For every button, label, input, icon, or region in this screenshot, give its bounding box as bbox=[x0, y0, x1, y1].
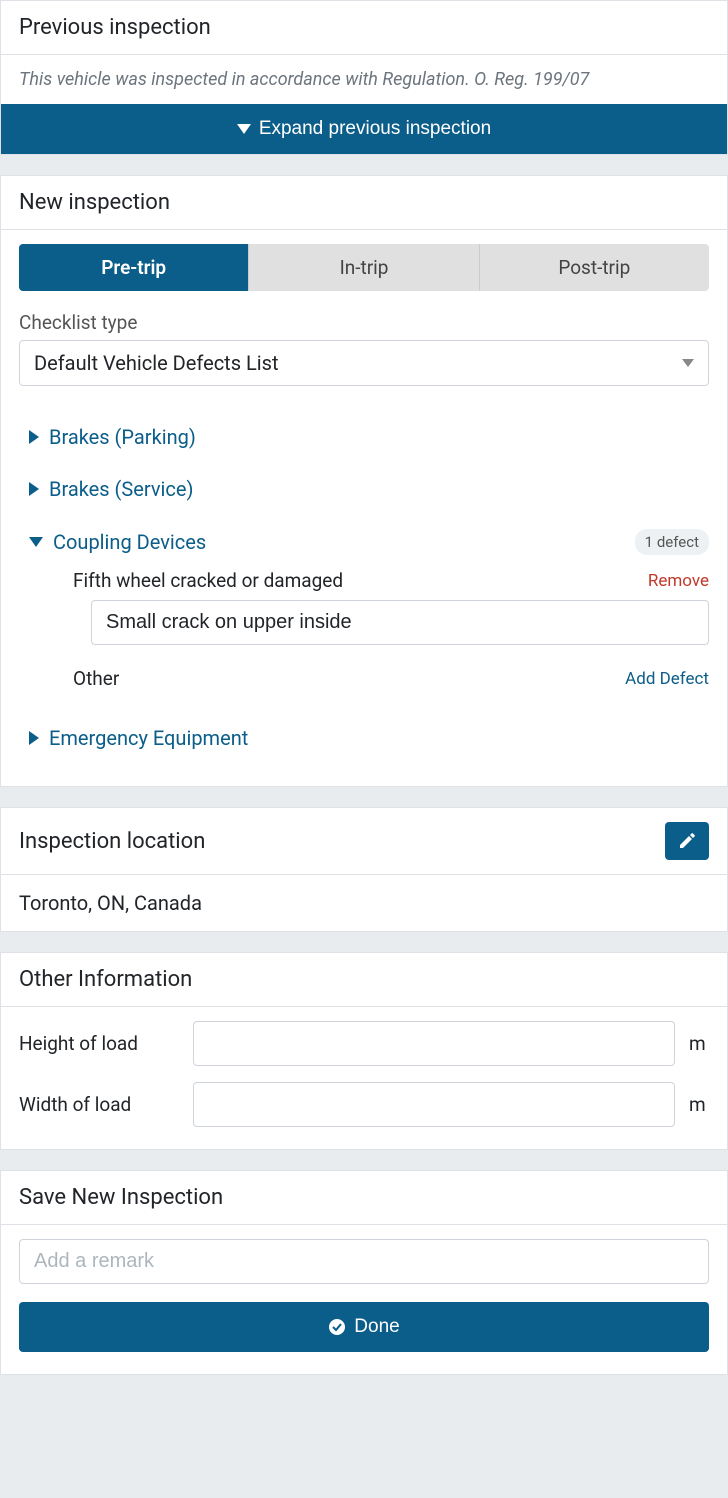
other-label: Other bbox=[73, 667, 119, 690]
previous-header: Previous inspection bbox=[1, 1, 727, 55]
check-item-label: Emergency Equipment bbox=[49, 726, 248, 750]
inspection-location-card: Inspection location Toronto, ON, Canada bbox=[0, 807, 728, 932]
location-title: Inspection location bbox=[19, 829, 205, 854]
trip-segmented: Pre-trip In-trip Post-trip bbox=[19, 244, 709, 291]
check-item-label: Brakes (Service) bbox=[49, 477, 193, 501]
chevron-right-icon bbox=[29, 731, 39, 745]
checklist-type-label: Checklist type bbox=[19, 311, 709, 334]
check-item-coupling-devices: Coupling Devices 1 defect Fifth wheel cr… bbox=[19, 515, 709, 712]
chevron-right-icon bbox=[29, 482, 39, 496]
check-item-head[interactable]: Brakes (Service) bbox=[29, 477, 709, 501]
other-info-title: Other Information bbox=[19, 967, 192, 992]
check-item-head[interactable]: Brakes (Parking) bbox=[29, 425, 709, 449]
other-row: Other Add Defect bbox=[73, 667, 709, 690]
expand-previous-label: Expand previous inspection bbox=[259, 118, 491, 140]
previous-note: This vehicle was inspected in accordance… bbox=[19, 69, 589, 90]
previous-title: Previous inspection bbox=[19, 15, 211, 40]
check-item-left: Coupling Devices bbox=[29, 530, 206, 554]
tab-pre-trip[interactable]: Pre-trip bbox=[19, 244, 249, 291]
new-body: Pre-trip In-trip Post-trip Checklist typ… bbox=[1, 230, 727, 786]
check-item-head[interactable]: Coupling Devices 1 defect bbox=[29, 529, 709, 555]
checklist-type-value: Default Vehicle Defects List bbox=[34, 351, 279, 375]
location-header: Inspection location bbox=[1, 808, 727, 875]
height-unit: m bbox=[689, 1032, 709, 1055]
check-item-label: Coupling Devices bbox=[53, 530, 206, 554]
checklist-type-select[interactable]: Default Vehicle Defects List bbox=[19, 340, 709, 386]
height-label: Height of load bbox=[19, 1032, 179, 1055]
chevron-down-icon bbox=[29, 537, 43, 547]
tab-post-trip[interactable]: Post-trip bbox=[480, 244, 709, 291]
check-item-label: Brakes (Parking) bbox=[49, 425, 196, 449]
other-info-body: Height of load m Width of load m bbox=[1, 1007, 727, 1149]
save-title: Save New Inspection bbox=[19, 1185, 223, 1210]
width-input[interactable] bbox=[193, 1082, 675, 1127]
check-item-left: Brakes (Service) bbox=[29, 477, 193, 501]
chevron-down-icon bbox=[682, 359, 694, 367]
save-body: Done bbox=[1, 1225, 727, 1374]
new-inspection-card: New inspection Pre-trip In-trip Post-tri… bbox=[0, 175, 728, 787]
height-input[interactable] bbox=[193, 1021, 675, 1066]
defect-note-input[interactable] bbox=[91, 600, 709, 645]
new-header: New inspection bbox=[1, 176, 727, 230]
save-card: Save New Inspection Done bbox=[0, 1170, 728, 1375]
other-info-header: Other Information bbox=[1, 953, 727, 1007]
width-label: Width of load bbox=[19, 1093, 179, 1116]
defect-title: Fifth wheel cracked or damaged bbox=[73, 569, 343, 592]
chevron-down-icon bbox=[237, 124, 251, 134]
done-label: Done bbox=[354, 1316, 399, 1338]
check-item-brakes-parking: Brakes (Parking) bbox=[19, 411, 709, 463]
other-info-card: Other Information Height of load m Width… bbox=[0, 952, 728, 1150]
height-row: Height of load m bbox=[19, 1021, 709, 1066]
check-item-brakes-service: Brakes (Service) bbox=[19, 463, 709, 515]
previous-inspection-card: Previous inspection This vehicle was ins… bbox=[0, 0, 728, 155]
remark-input[interactable] bbox=[19, 1239, 709, 1284]
previous-note-row: This vehicle was inspected in accordance… bbox=[1, 55, 727, 104]
remove-defect-link[interactable]: Remove bbox=[648, 571, 709, 591]
check-item-left: Brakes (Parking) bbox=[29, 425, 196, 449]
defect-count-badge: 1 defect bbox=[635, 529, 709, 555]
check-item-head[interactable]: Emergency Equipment bbox=[29, 726, 709, 750]
checklist: Brakes (Parking) Brakes (Service) bbox=[19, 411, 709, 764]
expand-previous-button[interactable]: Expand previous inspection bbox=[1, 104, 727, 154]
tab-in-trip[interactable]: In-trip bbox=[249, 244, 479, 291]
pencil-icon bbox=[678, 832, 696, 850]
new-title: New inspection bbox=[19, 190, 170, 215]
width-unit: m bbox=[689, 1093, 709, 1116]
location-value: Toronto, ON, Canada bbox=[1, 875, 727, 931]
done-button[interactable]: Done bbox=[19, 1302, 709, 1352]
check-item-emergency-equipment: Emergency Equipment bbox=[19, 712, 709, 764]
add-defect-link[interactable]: Add Defect bbox=[625, 669, 709, 689]
edit-location-button[interactable] bbox=[665, 822, 709, 860]
width-row: Width of load m bbox=[19, 1082, 709, 1127]
defect-row: Fifth wheel cracked or damaged Remove bbox=[73, 569, 709, 592]
check-circle-icon bbox=[328, 1318, 346, 1336]
defect-block: Fifth wheel cracked or damaged Remove Ot… bbox=[29, 569, 709, 690]
check-item-left: Emergency Equipment bbox=[29, 726, 248, 750]
chevron-right-icon bbox=[29, 430, 39, 444]
save-header: Save New Inspection bbox=[1, 1171, 727, 1225]
